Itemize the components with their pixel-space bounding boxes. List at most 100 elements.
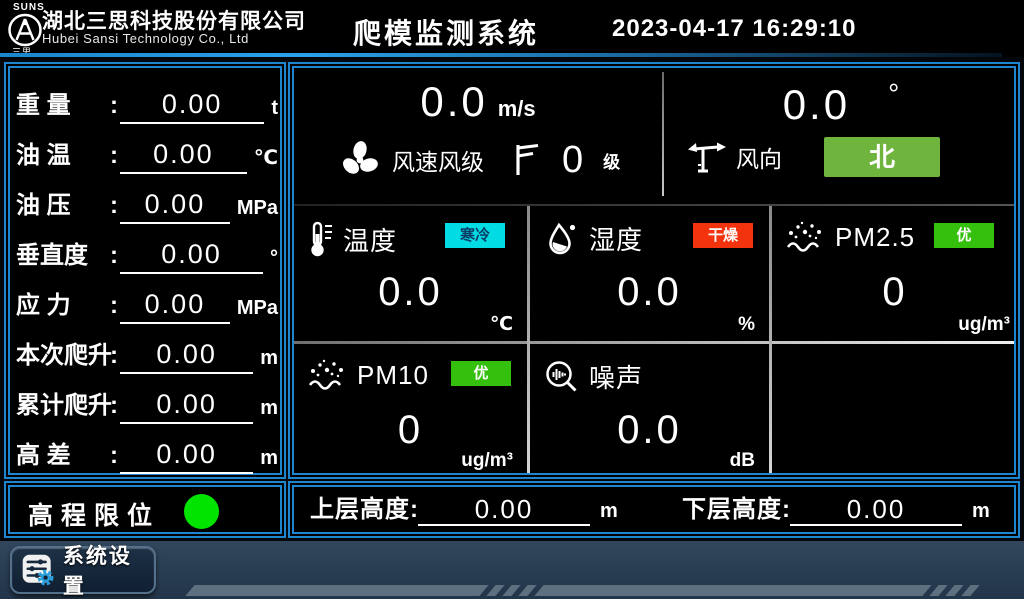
metric-label: 油 压	[16, 188, 110, 224]
wind-level-value: 0	[562, 139, 583, 182]
upper-height-unit: m	[600, 496, 618, 526]
wind-speed-unit: m/s	[498, 96, 536, 121]
lower-height-value: 0.00	[790, 495, 962, 527]
fan-icon	[338, 138, 382, 182]
lower-height-group: 下层高度: 0.00 m	[682, 494, 990, 526]
wind-direction-value-line: 0.0°	[668, 78, 1014, 129]
tile-pm25: PM2.5 优 0 ug/m³	[772, 206, 1018, 341]
metric-unit: ℃	[254, 142, 278, 174]
tile-noise-label: 噪声	[589, 358, 643, 395]
humidity-status-badge: 干燥	[693, 223, 753, 248]
wind-speed-label: 风速风级	[392, 143, 484, 177]
wind-level-flag-icon	[514, 141, 540, 179]
tile-pm10: PM10 优 0 ug/m³	[294, 344, 527, 477]
header: SUNS 三思 湖北三思科技股份有限公司 Hubei Sansi Technol…	[0, 0, 1024, 57]
company-name-en: Hubei Sansi Technology Co., Ltd	[42, 31, 249, 46]
metric-row-verticality: 垂直度: 0.00 °	[16, 224, 278, 274]
noise-unit: dB	[730, 450, 755, 472]
metric-colon: :	[110, 88, 118, 124]
pm10-unit: ug/m³	[461, 450, 513, 472]
wind-direction-badge: 北	[824, 137, 940, 177]
tile-pm25-label: PM2.5	[835, 222, 915, 253]
tile-noise: 噪声 0.0 dB	[530, 344, 769, 477]
lower-height-unit: m	[972, 496, 990, 526]
logo-suns-text: SUNS	[13, 2, 45, 13]
metric-row-oil-pressure: 油 压: 0.00 MPa	[16, 174, 278, 224]
metric-colon: :	[110, 388, 118, 424]
metric-colon: :	[110, 188, 118, 224]
metric-row-height-diff: 高 差: 0.00 m	[16, 424, 278, 474]
metric-row-weight: 重 量: 0.00 t	[16, 74, 278, 124]
footer-decor-stripes	[190, 585, 982, 596]
metric-unit: m	[260, 392, 278, 424]
stripe-segment	[961, 585, 979, 596]
humidity-unit: %	[738, 314, 755, 336]
wind-level-unit: 级	[603, 148, 620, 173]
metric-colon: :	[110, 288, 118, 324]
metric-value: 0.00	[120, 438, 253, 474]
stripe-segment	[518, 585, 536, 596]
metric-value: 0.00	[120, 138, 247, 174]
sansi-logo-icon	[7, 13, 43, 47]
temperature-status-badge: 寒冷	[445, 223, 505, 248]
metric-label: 重 量	[16, 88, 110, 124]
climbing-formwork-monitor-screen: SUNS 三思 湖北三思科技股份有限公司 Hubei Sansi Technol…	[0, 0, 1024, 599]
metric-label: 油 温	[16, 138, 110, 174]
droplet-icon	[544, 221, 580, 257]
pm10-value: 0	[294, 408, 527, 453]
metric-label: 高 差	[16, 438, 110, 474]
metric-value: 0.00	[120, 238, 263, 274]
lower-height-label: 下层高度	[682, 494, 782, 526]
upper-height-colon: :	[410, 494, 418, 526]
system-settings-button[interactable]: 系统设置	[10, 546, 156, 594]
noise-meter-icon	[544, 359, 580, 395]
layer-heights-box: 上层高度: 0.00 m 下层高度: 0.00 m	[288, 481, 1020, 538]
tile-temperature: 温度 寒冷 0.0 ℃	[294, 206, 527, 341]
tile-humidity-label: 湿度	[589, 220, 643, 257]
temperature-value: 0.0	[294, 270, 527, 315]
dust-particles-icon	[786, 220, 826, 254]
metric-value: 0.00	[120, 88, 264, 124]
footer-bar: 系统设置	[0, 541, 1024, 599]
metric-value: 0.00	[120, 188, 230, 224]
tile-pm10-label: PM10	[357, 360, 429, 391]
stripe-segment	[185, 585, 488, 596]
wind-section-divider	[662, 72, 664, 196]
lower-height-colon: :	[782, 494, 790, 526]
wind-speed-value-line: 0.0m/s	[294, 78, 662, 126]
tile-humidity-head: 湿度	[544, 220, 643, 257]
pm25-value: 0	[772, 270, 1018, 315]
wind-vane-icon	[686, 136, 728, 178]
tile-humidity: 湿度 干燥 0.0 %	[530, 206, 769, 341]
metric-colon: :	[110, 438, 118, 474]
stripe-segment	[534, 585, 931, 596]
wind-speed-info: 风速风级 0 级	[338, 138, 620, 182]
metric-label: 垂直度	[16, 238, 110, 274]
metric-unit: m	[260, 442, 278, 474]
metric-value: 0.00	[120, 338, 253, 374]
metric-unit: MPa	[237, 292, 278, 324]
stripe-segment	[502, 585, 520, 596]
page-title: 爬模监测系统	[353, 12, 539, 52]
upper-height-group: 上层高度: 0.00 m	[310, 494, 618, 526]
pm10-status-badge: 优	[451, 361, 511, 386]
metric-colon: :	[110, 138, 118, 174]
tile-temperature-head: 温度	[308, 220, 397, 258]
environment-panel: 0.0m/s 风速风级 0 级 0.0°	[288, 62, 1020, 479]
tile-pm10-head: PM10	[308, 358, 429, 392]
wind-direction-unit: °	[888, 78, 899, 109]
sliders-gear-icon	[21, 551, 55, 589]
stripe-segment	[486, 585, 504, 596]
metric-row-oil-temp: 油 温: 0.00 ℃	[16, 124, 278, 174]
metric-unit: MPa	[237, 192, 278, 224]
dust-particles-icon	[308, 358, 348, 392]
metric-unit: t	[271, 92, 278, 124]
elevation-limit-box: 高程限位	[4, 481, 286, 538]
temperature-unit: ℃	[490, 313, 513, 336]
metrics-panel: 重 量: 0.00 t 油 温: 0.00 ℃ 油 压: 0.00 MPa 垂直…	[4, 62, 286, 479]
upper-height-label: 上层高度	[310, 494, 410, 526]
metric-value: 0.00	[120, 288, 230, 324]
pm25-status-badge: 优	[934, 223, 994, 248]
metric-row-total-climb: 累计爬升: 0.00 m	[16, 374, 278, 424]
metric-value: 0.00	[120, 388, 253, 424]
